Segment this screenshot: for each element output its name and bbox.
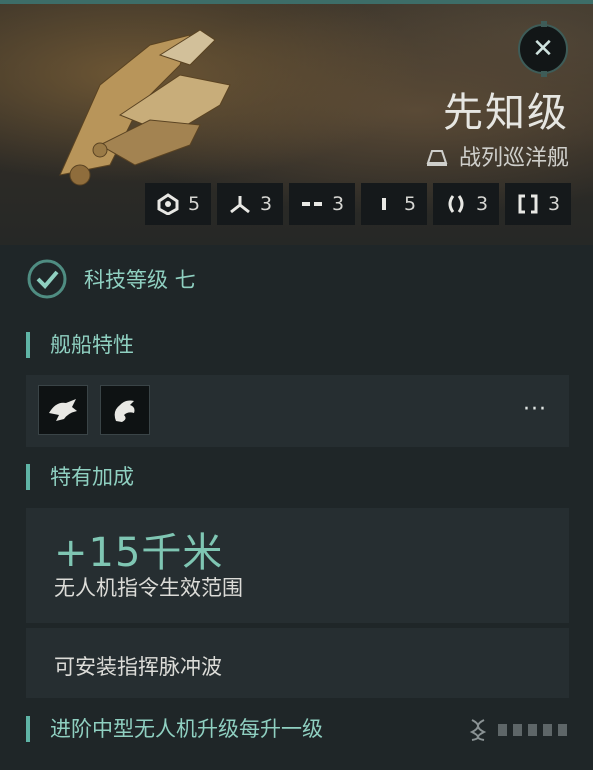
- dna-icon: [469, 719, 487, 741]
- drone-slot-count: 3: [217, 183, 283, 225]
- low-slot-icon: [381, 198, 386, 210]
- trait-mount-icon: [49, 399, 77, 421]
- ship-name: 先知级: [443, 90, 569, 136]
- more-options-button[interactable]: ···: [523, 397, 547, 422]
- slot-summary: 5 3 3 5 3 3: [145, 183, 571, 225]
- rig-slot-value: 3: [475, 193, 489, 215]
- bonus-description: 无人机指令生效范围: [54, 576, 243, 600]
- skill-level-segment: [498, 724, 507, 736]
- check-circle-icon: [27, 259, 67, 299]
- tech-level: 科技等级 七: [26, 258, 196, 300]
- traits-section-title: 舰船特性: [26, 332, 134, 358]
- rig-slot-count: 3: [433, 183, 499, 225]
- mid-slot-icon: [301, 202, 322, 206]
- skill-progress: [468, 718, 567, 742]
- low-slot-value: 5: [403, 193, 417, 215]
- high-slot-value: 5: [187, 193, 201, 215]
- bonus-value: +15千米: [54, 530, 224, 576]
- drone-slot-icon: [230, 196, 250, 214]
- skill-section-title: 进阶中型无人机升级每升一级: [26, 716, 323, 742]
- high-slot-count: 5: [145, 183, 211, 225]
- bonus-card-command-burst: 可安装指挥脉冲波: [26, 628, 569, 698]
- ship-render: [59, 29, 231, 186]
- tech-level-label: 科技等级 七: [84, 268, 196, 292]
- bonus-text: 可安装指挥脉冲波: [54, 655, 222, 679]
- skill-level-segment: [528, 724, 537, 736]
- ship-class: 战列巡洋舰: [425, 140, 569, 172]
- trait-mount-button[interactable]: [38, 385, 88, 435]
- traits-panel: ···: [26, 375, 569, 447]
- trait-dragon-button[interactable]: [100, 385, 150, 435]
- skill-level-segment: [513, 724, 522, 736]
- trait-dragon-icon: [114, 400, 135, 422]
- close-icon: ✕: [532, 34, 554, 64]
- skill-level-segment: [558, 724, 567, 736]
- ship-hero-banner: ✕ 先知级 战列巡洋舰 5 3 3 5 3 3: [0, 0, 593, 245]
- ship-class-label: 战列巡洋舰: [458, 146, 569, 171]
- special-bonus-title: 特有加成: [26, 464, 134, 490]
- subsystem-slot-value: 3: [547, 193, 561, 215]
- subsystem-slot-count: 3: [505, 183, 571, 225]
- skill-level-segment: [543, 724, 552, 736]
- bonus-card-range: +15千米 无人机指令生效范围: [26, 508, 569, 623]
- mid-slot-count: 3: [289, 183, 355, 225]
- drone-slot-value: 3: [259, 193, 273, 215]
- low-slot-count: 5: [361, 183, 427, 225]
- top-accent-line: [0, 0, 593, 4]
- mid-slot-value: 3: [331, 193, 345, 215]
- subsystem-slot-icon: [518, 194, 538, 214]
- rig-slot-icon: [448, 195, 464, 213]
- high-slot-icon: [157, 193, 179, 215]
- close-button[interactable]: ✕: [518, 21, 568, 77]
- hull-class-icon: [426, 150, 448, 166]
